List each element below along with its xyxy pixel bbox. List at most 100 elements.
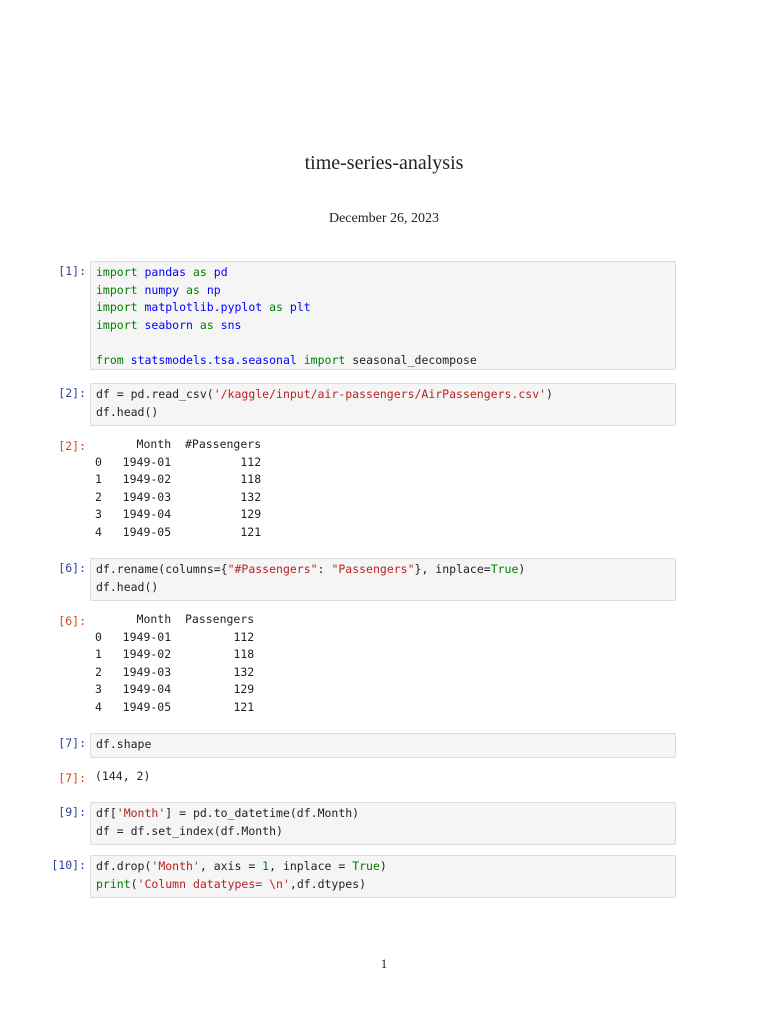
code-editor[interactable]: import pandas as pd import numpy as np imp… [90,261,676,370]
table-cell: 1949-01 [122,454,172,469]
code-editor[interactable]: df = pd.read_csv('/kaggle/input/air-pass… [90,383,676,426]
code-token: from [96,352,124,367]
table-cell: 0 [95,454,102,469]
code-token: as [186,282,200,297]
code-token: as [199,317,214,332]
code-token: ) [379,859,387,873]
code-token: , axis = [199,859,263,873]
code-line: df.rename(columns={"#Passengers": "Passe… [96,561,670,579]
code-line: from statsmodels.tsa.seasonal import sea… [96,352,670,370]
code-token: df[ [96,806,117,820]
code-token: 'Column datatypes= \n' [137,876,290,891]
code-token: np [206,282,221,297]
table-row: 4 1949-05 121 [95,699,254,717]
document-date: December 26, 2023 [328,211,440,226]
table-row: 3 1949-04 129 [95,506,261,524]
code-token: import [96,300,138,314]
table-cell: 1949-05 [122,699,172,714]
table-cell: 132 [240,489,262,504]
code-line: import matplotlib.pyplot as plt [96,299,670,317]
code-token: df.drop( [96,859,152,873]
code-line: df.shape [96,736,670,754]
code-token: "Passengers" [331,562,415,576]
code-token: pd [213,265,228,279]
dataframe-output: Month Passengers 0 1949-01 112 1 1949-02 118 2 19… [95,611,254,716]
input-prompt: [7]: [58,736,86,750]
code-editor[interactable]: df['Month'] = pd.to_datetime(df.Month) df… [90,802,676,845]
code-token: seasonal_decompose [345,352,477,367]
input-prompt: [1]: [58,264,86,278]
code-line: df.head() [96,579,670,597]
dataframe-output: Month #Passengers 0 1949-01 112 1 1949-02 118 2 1… [95,436,261,541]
document-title: time-series-analysis [304,152,464,174]
table-row: 2 1949-03 132 [95,664,254,682]
output-prompt: [6]: [58,614,86,628]
code-line: import numpy as np [96,282,670,300]
code-token: import [96,282,138,297]
column-header [95,611,109,629]
code-line: import pandas as pd [96,264,670,282]
table-row: 0 1949-01 112 [95,629,254,647]
code-token: ) [518,562,526,576]
code-token: 'Month' [116,806,166,820]
code-token: plt [289,300,311,314]
table-cell: 3 [95,682,102,696]
code-token: pandas [144,265,187,279]
table-header: Month #Passengers [95,436,262,454]
column-header: Month [136,437,172,451]
code-line: import seaborn as sns [96,317,670,335]
table-cell: 118 [240,472,262,486]
code-token: df = pd.read_csv( [96,387,214,401]
code-line: print('Column datatypes= \n',df.dtypes) [96,876,670,894]
table-cell: 1949-05 [122,524,172,539]
table-cell: 1949-03 [122,664,172,679]
input-prompt: [9]: [58,805,86,819]
code-line [96,334,670,352]
table-cell: 118 [233,647,255,661]
table-cell: 4 [95,524,102,539]
table-cell: 112 [233,629,255,644]
column-header: Month [136,612,172,626]
input-prompt: [2]: [58,386,86,400]
code-token: ) [546,387,553,401]
code-token: matplotlib.pyplot [144,300,263,314]
table-cell: 121 [233,699,255,714]
table-row: 2 1949-03 132 [95,489,261,507]
code-editor[interactable]: df.rename(columns={"#Passengers": "Passe… [90,558,676,601]
code-line: df.head() [96,404,670,422]
code-editor[interactable]: df.shape [90,733,676,758]
code-token: df.shape [96,737,152,751]
table-cell: 1 [95,472,102,486]
table-row: 4 1949-05 121 [95,524,261,542]
code-token: sns [220,317,242,332]
code-token: : [317,562,332,576]
code-editor[interactable]: df.drop('Month', axis = 1, inplace = Tru… [90,855,676,898]
column-header: Passengers [184,612,255,626]
table-cell: 129 [240,507,262,521]
column-header [95,436,109,454]
shape-output: (144, 2) [95,769,151,783]
table-cell: 1949-01 [122,629,172,644]
table-cell: 132 [233,664,255,679]
table-cell: 1949-02 [122,472,172,486]
output-prompt: [7]: [58,771,86,785]
notebook-page: time-series-analysis December 26, 2023 [… [0,0,768,1024]
table-row: 0 1949-01 112 [95,454,261,472]
code-token: '/kaggle/input/air-passengers/AirPasseng… [213,387,547,401]
code-token: True [352,859,380,873]
table-cell: 1949-02 [122,647,172,661]
code-token: print [96,876,131,891]
code-line: df.drop('Month', axis = 1, inplace = Tru… [96,858,670,876]
table-cell: 0 [95,629,102,644]
table-cell: 3 [95,507,102,521]
code-line: df = pd.read_csv('/kaggle/input/air-pass… [96,386,670,404]
code-token: import [96,265,138,279]
table-cell: 1 [95,647,102,661]
